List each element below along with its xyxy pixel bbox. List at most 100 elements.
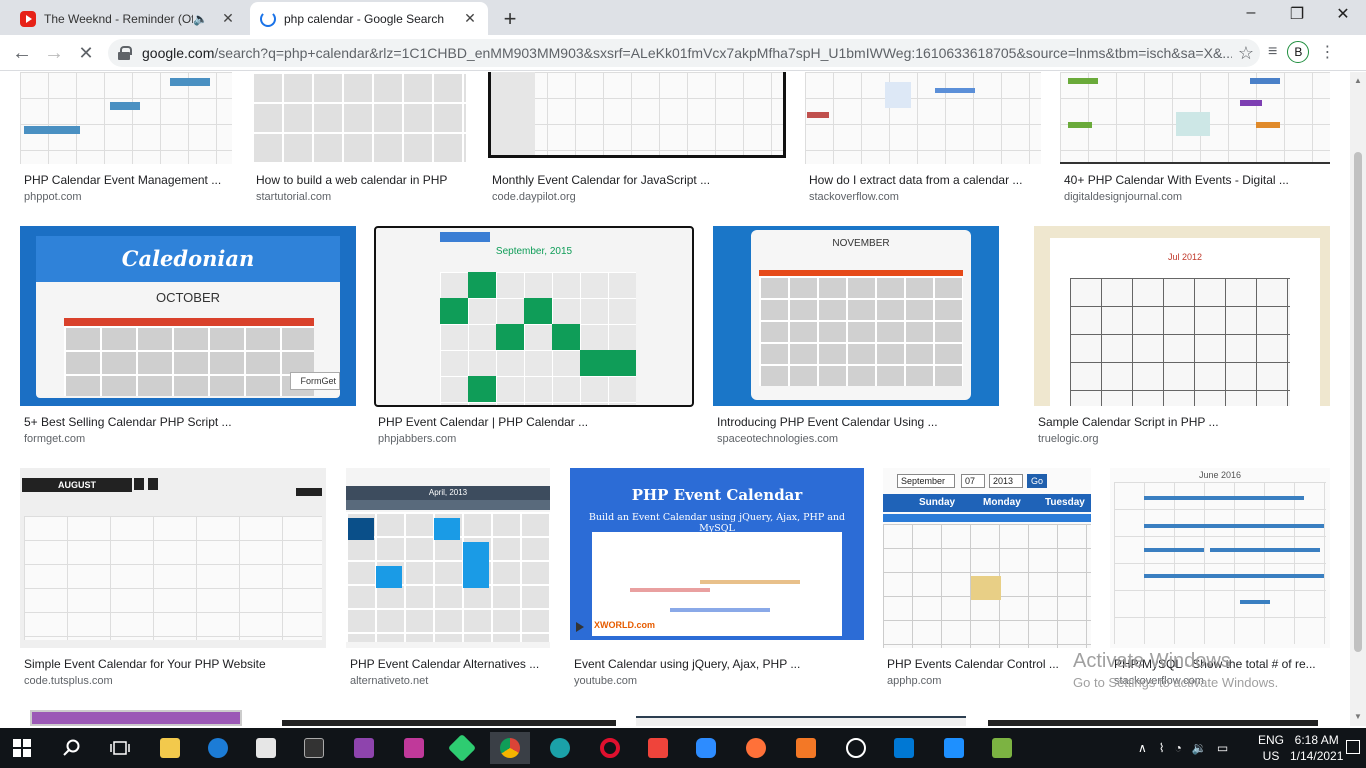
volume-icon[interactable]: 🔉 bbox=[1192, 741, 1207, 755]
result-thumbnail[interactable]: PHP Event Calendar Build an Event Calend… bbox=[570, 468, 864, 640]
clock-app-icon[interactable] bbox=[836, 732, 876, 764]
result-source[interactable]: phppot.com bbox=[24, 191, 81, 203]
result-card[interactable]: Monthly Event Calendar for JavaScript ..… bbox=[488, 72, 786, 204]
result-source[interactable]: phpjabbers.com bbox=[378, 433, 456, 445]
start-windows-icon[interactable] bbox=[2, 732, 42, 764]
result-card[interactable]: September, 2015 PHP Event Calendar | PHP… bbox=[374, 226, 694, 448]
scrollbar-thumb[interactable] bbox=[1354, 152, 1362, 652]
result-card[interactable]: 40+ PHP Calendar With Events - Digital .… bbox=[1060, 72, 1330, 204]
app-icon[interactable] bbox=[442, 732, 482, 764]
result-caption[interactable]: 40+ PHP Calendar With Events - Digital .… bbox=[1064, 173, 1289, 187]
url-text[interactable]: google.com/search?q=php+calendar&rlz=1C1… bbox=[142, 45, 1232, 61]
result-card[interactable]: Caledonian OCTOBER FormGet 5+ Best Selli… bbox=[20, 226, 356, 448]
result-source[interactable]: code.daypilot.org bbox=[492, 191, 576, 203]
result-card[interactable]: How to build a web calendar in PHP start… bbox=[252, 72, 466, 204]
wifi-icon[interactable]: ◔ bbox=[1175, 741, 1182, 755]
notifications-icon[interactable] bbox=[1346, 740, 1360, 754]
forward-arrow-icon[interactable]: → bbox=[42, 41, 66, 65]
result-card[interactable]: AUGUST Simple Event Calendar for Your PH… bbox=[20, 468, 326, 690]
bookmark-star-icon[interactable]: ☆ bbox=[1232, 43, 1260, 64]
result-caption[interactable]: PHP Calendar Event Management ... bbox=[24, 173, 221, 187]
new-tab-button[interactable]: + bbox=[498, 6, 522, 32]
edge-icon[interactable] bbox=[540, 732, 580, 764]
avatar[interactable]: B bbox=[1287, 41, 1310, 63]
result-caption[interactable]: PHP Event Calendar | PHP Calendar ... bbox=[378, 415, 588, 429]
result-card[interactable]: NOVEMBER Introducing PHP Event Calendar … bbox=[713, 226, 999, 448]
keyboard-icon[interactable]: ▭ bbox=[1217, 741, 1228, 755]
result-source[interactable]: startutorial.com bbox=[256, 191, 331, 203]
result-caption[interactable]: Introducing PHP Event Calendar Using ... bbox=[717, 415, 938, 429]
result-source[interactable]: stackoverflow.com bbox=[809, 191, 899, 203]
result-source[interactable]: truelogic.org bbox=[1038, 433, 1099, 445]
kebab-menu-icon[interactable]: ⋮ bbox=[1319, 42, 1335, 62]
lock-icon[interactable] bbox=[118, 46, 132, 60]
winrar-icon[interactable] bbox=[344, 732, 384, 764]
settings-gear-icon[interactable] bbox=[934, 732, 974, 764]
result-caption[interactable]: Sample Calendar Script in PHP ... bbox=[1038, 415, 1219, 429]
result-thumbnail[interactable] bbox=[30, 710, 242, 726]
tab-google-search[interactable]: php calendar - Google Search ✕ bbox=[250, 2, 488, 35]
result-source[interactable]: alternativeto.net bbox=[350, 675, 428, 687]
maximize-button[interactable]: ❐ bbox=[1274, 4, 1320, 24]
app-icon[interactable] bbox=[786, 732, 826, 764]
terminal-icon[interactable] bbox=[294, 732, 334, 764]
result-caption[interactable]: Simple Event Calendar for Your PHP Websi… bbox=[24, 657, 266, 671]
edge-legacy-icon[interactable] bbox=[198, 732, 238, 764]
result-source[interactable]: formget.com bbox=[24, 433, 85, 445]
result-caption[interactable]: 5+ Best Selling Calendar PHP Script ... bbox=[24, 415, 232, 429]
result-thumbnail[interactable]: NOVEMBER bbox=[713, 226, 999, 406]
result-card[interactable]: September 07 2013 Go Sunday Monday Tuesd… bbox=[883, 468, 1091, 690]
result-caption[interactable]: How do I extract data from a calendar ..… bbox=[809, 173, 1022, 187]
result-source[interactable]: code.tutsplus.com bbox=[24, 675, 113, 687]
result-thumbnail[interactable] bbox=[20, 72, 232, 164]
taskbar-clock[interactable]: 6:18 AM 1/14/2021 bbox=[1290, 732, 1343, 764]
result-card[interactable]: Jul 2012 Sample Calendar Script in PHP .… bbox=[1034, 226, 1330, 448]
result-card[interactable]: April, 2013 PHP Event Calendar Alternati… bbox=[346, 468, 550, 690]
result-caption[interactable]: Monthly Event Calendar for JavaScript ..… bbox=[492, 173, 710, 187]
scroll-up-icon[interactable]: ▲ bbox=[1354, 76, 1362, 85]
media-app-icon[interactable] bbox=[394, 732, 434, 764]
result-card[interactable]: PHP Calendar Event Management ... phppot… bbox=[20, 72, 232, 204]
result-source[interactable]: digitaldesignjournal.com bbox=[1064, 191, 1182, 203]
result-thumbnail[interactable]: Caledonian OCTOBER FormGet bbox=[20, 226, 356, 406]
result-source[interactable]: spaceotechnologies.com bbox=[717, 433, 838, 445]
result-source[interactable]: youtube.com bbox=[574, 675, 637, 687]
firefox-icon[interactable] bbox=[736, 732, 776, 764]
result-caption[interactable]: Event Calendar using jQuery, Ajax, PHP .… bbox=[574, 657, 800, 671]
opera-icon[interactable] bbox=[590, 732, 630, 764]
scroll-down-icon[interactable]: ▼ bbox=[1354, 712, 1362, 721]
result-thumbnail[interactable] bbox=[636, 716, 966, 726]
result-card[interactable]: PHP Event Calendar Build an Event Calend… bbox=[570, 468, 864, 690]
result-thumbnail[interactable] bbox=[252, 72, 466, 164]
result-thumbnail[interactable]: September 07 2013 Go Sunday Monday Tuesd… bbox=[883, 468, 1091, 648]
result-thumbnail[interactable]: Jul 2012 bbox=[1034, 226, 1330, 406]
language-indicator[interactable]: ENG US bbox=[1258, 732, 1284, 764]
speaker-icon[interactable]: 🔈 bbox=[193, 12, 208, 26]
close-window-button[interactable]: ✕ bbox=[1320, 4, 1366, 24]
chevron-up-icon[interactable]: ∧ bbox=[1138, 741, 1147, 755]
task-view-icon[interactable] bbox=[100, 732, 140, 764]
result-thumbnail[interactable]: AUGUST bbox=[20, 468, 326, 648]
result-thumbnail[interactable] bbox=[988, 720, 1318, 726]
result-thumbnail[interactable]: April, 2013 bbox=[346, 468, 550, 648]
minimize-button[interactable]: – bbox=[1228, 4, 1274, 22]
result-thumbnail[interactable] bbox=[282, 720, 616, 726]
result-caption[interactable]: How to build a web calendar in PHP bbox=[256, 173, 447, 187]
store-icon[interactable] bbox=[246, 732, 286, 764]
file-explorer-icon[interactable] bbox=[150, 732, 190, 764]
close-tab-icon[interactable]: ✕ bbox=[462, 10, 478, 27]
stop-loading-icon[interactable]: ✕ bbox=[74, 41, 98, 65]
result-caption[interactable]: PHP Events Calendar Control ... bbox=[887, 657, 1059, 671]
notepad-icon[interactable] bbox=[982, 732, 1022, 764]
tab-youtube[interactable]: The Weeknd - Reminder (Offici 🔈 ✕ bbox=[10, 2, 246, 35]
network-icon[interactable]: ⌇ bbox=[1159, 741, 1165, 755]
result-caption[interactable]: PHP Event Calendar Alternatives ... bbox=[350, 657, 539, 671]
search-icon[interactable] bbox=[52, 732, 92, 764]
result-thumbnail[interactable]: June 2016 bbox=[1110, 468, 1330, 648]
anydesk-icon[interactable] bbox=[638, 732, 678, 764]
back-arrow-icon[interactable]: ← bbox=[10, 41, 34, 65]
result-source[interactable]: apphp.com bbox=[887, 675, 941, 687]
chrome-icon[interactable] bbox=[490, 732, 530, 764]
result-card[interactable]: How do I extract data from a calendar ..… bbox=[805, 72, 1041, 204]
zoom-icon[interactable] bbox=[686, 732, 726, 764]
